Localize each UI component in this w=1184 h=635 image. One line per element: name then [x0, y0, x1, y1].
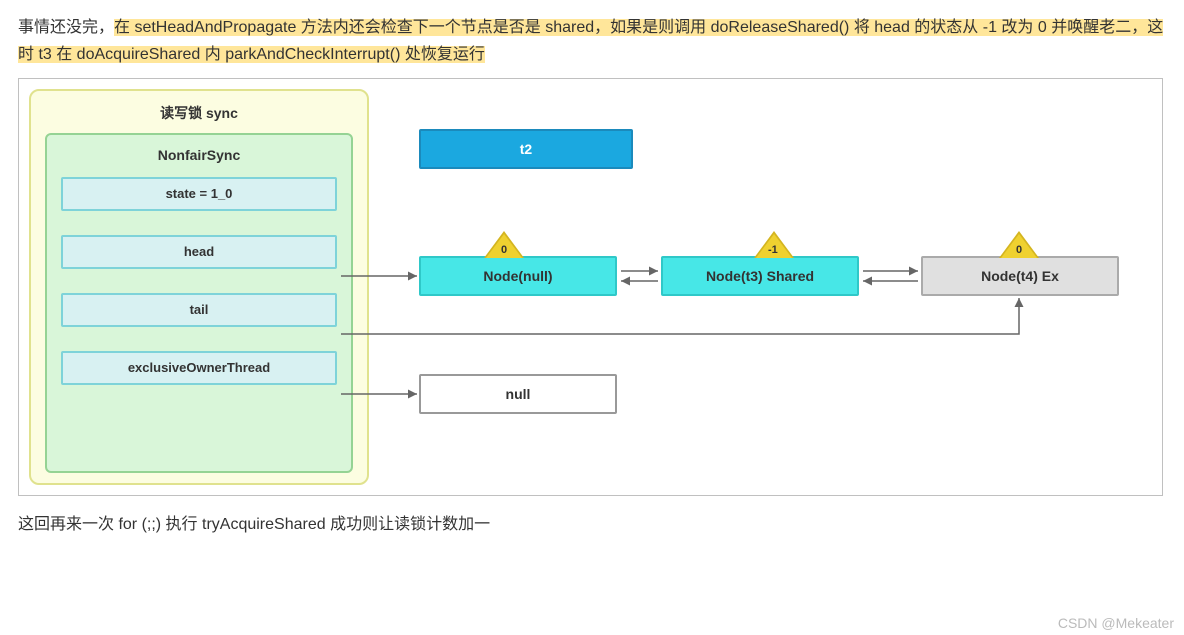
- node-null: Node(null): [419, 256, 617, 296]
- badge-value-node-t3: -1: [768, 244, 778, 256]
- post-paragraph: 这回再来一次 for (;;) 执行 tryAcquireShared 成功则让…: [18, 510, 1166, 534]
- node-t4-ex: Node(t4) Ex: [921, 256, 1119, 296]
- para-highlight: 在 setHeadAndPropagate 方法内还会检查下一个节点是否是 sh…: [18, 19, 1163, 63]
- null-box: null: [419, 374, 617, 414]
- field-tail: tail: [61, 293, 337, 327]
- nonfair-sync-box: NonfairSync state = 1_0 head tail exclus…: [45, 133, 353, 473]
- sync-title: 读写锁 sync: [45, 103, 353, 123]
- nonfair-title: NonfairSync: [61, 147, 337, 163]
- field-state: state = 1_0: [61, 177, 337, 211]
- badge-value-node-t4: 0: [1016, 244, 1022, 256]
- field-exclusive-owner-thread: exclusiveOwnerThread: [61, 351, 337, 385]
- para-plain: 事情还没完，: [18, 19, 114, 36]
- sync-box: 读写锁 sync NonfairSync state = 1_0 head ta…: [29, 89, 369, 485]
- field-head: head: [61, 235, 337, 269]
- node-t3-shared: Node(t3) Shared: [661, 256, 859, 296]
- intro-paragraph: 事情还没完，在 setHeadAndPropagate 方法内还会检查下一个节点…: [18, 14, 1166, 68]
- thread-t2: t2: [419, 129, 633, 169]
- badge-value-node-null: 0: [501, 244, 507, 256]
- watermark: CSDN @Mekeater: [1058, 615, 1174, 631]
- diagram: 读写锁 sync NonfairSync state = 1_0 head ta…: [18, 78, 1163, 496]
